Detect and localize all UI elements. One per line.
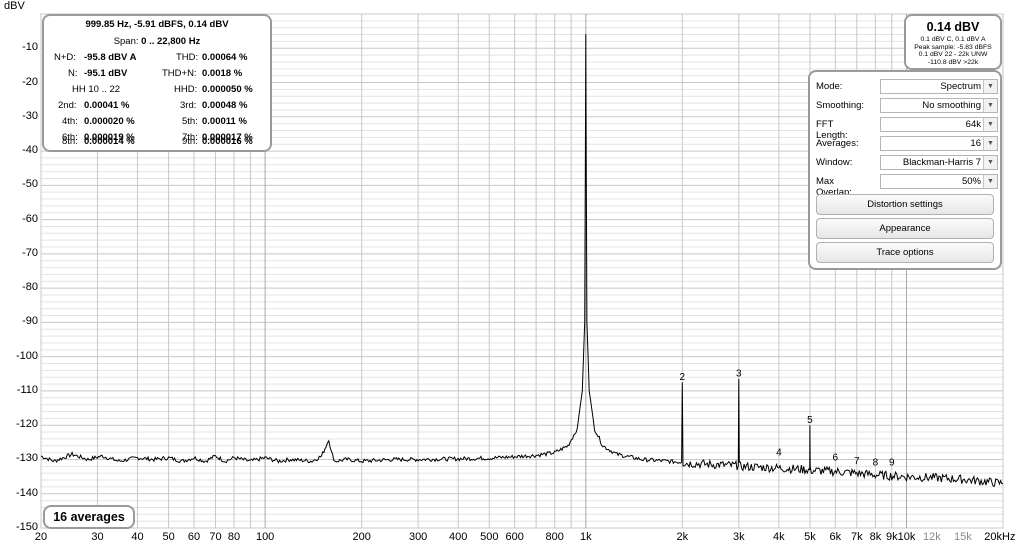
averages-label: Averages: (816, 138, 859, 149)
x-tick-label: 8k (869, 531, 882, 543)
x-tick-label: 100 (255, 531, 275, 543)
smoothing-select[interactable]: No smoothing ▼ (880, 98, 998, 113)
mode-select[interactable]: Spectrum ▼ (880, 79, 998, 94)
chevron-down-icon: ▼ (983, 137, 997, 150)
level-line4: -110.8 dBV >22k (927, 58, 979, 66)
y-tick-label: -100 (15, 349, 38, 362)
h8-value: 0.000014 % (84, 136, 135, 147)
x-tick-label: 500 (480, 531, 499, 543)
h8-label: 8th: (62, 136, 78, 147)
x-tick-label: 200 (352, 531, 371, 543)
smoothing-label: Smoothing: (816, 100, 865, 111)
y-tick-label: -30 (22, 109, 38, 122)
y-tick-label: -80 (22, 281, 38, 294)
x-tick-label: 5k (804, 531, 816, 543)
averages-select[interactable]: 16 ▼ (880, 136, 998, 151)
level-line1: 0.1 dBV C, 0.1 dBV A (920, 36, 986, 43)
fft-length-select[interactable]: 64k ▼ (880, 117, 998, 132)
y-tick-label: -130 (15, 452, 38, 465)
averages-badge: 16 averages (43, 505, 135, 529)
fft-value: 64k (965, 119, 981, 130)
x-tick-label: 10k (897, 531, 916, 543)
chevron-down-icon: ▼ (983, 118, 997, 131)
smoothing-value: No smoothing (922, 100, 981, 111)
harmonic-marker-label: 8 (873, 458, 879, 469)
x-tick-label: 1k (579, 531, 592, 543)
y-tick-label: -60 (22, 212, 38, 225)
x-tick-label: 300 (408, 531, 428, 543)
x-tick-label: 12k (922, 531, 941, 543)
y-tick-label: -20 (22, 75, 38, 88)
x-tick-label: 15k (954, 531, 972, 543)
x-tick-label: 3k (732, 531, 745, 543)
y-tick-label: -140 (15, 486, 38, 499)
chevron-down-icon: ▼ (983, 80, 997, 93)
y-tick-label: -40 (22, 144, 38, 157)
chevron-down-icon: ▼ (983, 175, 997, 188)
y-tick-label: -50 (22, 178, 38, 191)
overlap-value: 50% (961, 176, 981, 187)
x-tick-label: 30 (91, 531, 104, 543)
level-main: 0.14 dBV (926, 20, 980, 34)
settings-panel: Mode: Spectrum ▼ Smoothing: No smoothing… (808, 70, 1002, 270)
x-tick-label: 20kHz (984, 531, 1016, 543)
harmonic-marker-label: 4 (776, 447, 782, 458)
info-panel-last-row: 8th: 0.000014 % 9th: 0.000016 % (42, 14, 272, 152)
mode-value: Spectrum (940, 81, 981, 92)
x-tick-label: 9k (885, 531, 898, 543)
harmonic-marker-label: 2 (680, 372, 686, 383)
mode-label: Mode: (816, 81, 843, 92)
x-tick-label: 60 (187, 531, 201, 543)
level-line3: 0.1 dBV 22 - 22k UNW (918, 51, 988, 59)
trace-options-button[interactable]: Trace options (816, 242, 994, 263)
harmonic-marker-label: 9 (889, 458, 895, 469)
overlap-select[interactable]: 50% ▼ (880, 174, 998, 189)
x-tick-label: 2k (676, 531, 689, 543)
window-select[interactable]: Blackman-Harris 7 ▼ (880, 155, 998, 170)
level-meter-panel: 0.14 dBV 0.1 dBV C, 0.1 dBV A Peak sampl… (904, 14, 1002, 70)
h9-label: 9th: (182, 136, 198, 147)
y-tick-label: -120 (15, 418, 38, 431)
y-tick-label: -90 (22, 315, 38, 328)
window-value: Blackman-Harris 7 (902, 157, 981, 168)
window-label: Window: (816, 157, 853, 168)
x-tick-label: 80 (227, 531, 241, 543)
x-tick-label: 600 (505, 531, 524, 543)
y-tick-label: -150 (15, 521, 38, 533)
x-tick-label: 20 (34, 531, 48, 543)
y-tick-label: -10 (22, 41, 38, 54)
x-tick-label: 6k (829, 531, 842, 543)
averages-value: 16 (970, 138, 981, 149)
x-tick-label: 70 (209, 531, 222, 543)
y-axis-label: dBV (4, 0, 25, 12)
appearance-button[interactable]: Appearance (816, 218, 994, 239)
h9-value: 0.000016 % (202, 136, 253, 147)
chevron-down-icon: ▼ (983, 156, 997, 169)
x-tick-label: 7k (850, 531, 863, 543)
x-tick-label: 50 (162, 531, 175, 543)
harmonic-marker-label: 7 (854, 456, 860, 467)
chevron-down-icon: ▼ (983, 99, 997, 112)
harmonic-marker-label: 6 (833, 453, 839, 464)
level-line2: Peak sample: -5.83 dBFS (914, 43, 992, 51)
x-tick-label: 40 (131, 531, 144, 543)
y-tick-label: -70 (22, 246, 38, 259)
harmonic-marker-label: 5 (807, 415, 813, 426)
x-tick-label: 400 (449, 531, 468, 543)
y-tick-label: -110 (16, 383, 38, 396)
harmonic-marker-label: 3 (736, 369, 742, 380)
distortion-settings-button[interactable]: Distortion settings (816, 194, 994, 215)
x-tick-label: 800 (545, 531, 564, 543)
x-tick-label: 4k (773, 531, 785, 543)
